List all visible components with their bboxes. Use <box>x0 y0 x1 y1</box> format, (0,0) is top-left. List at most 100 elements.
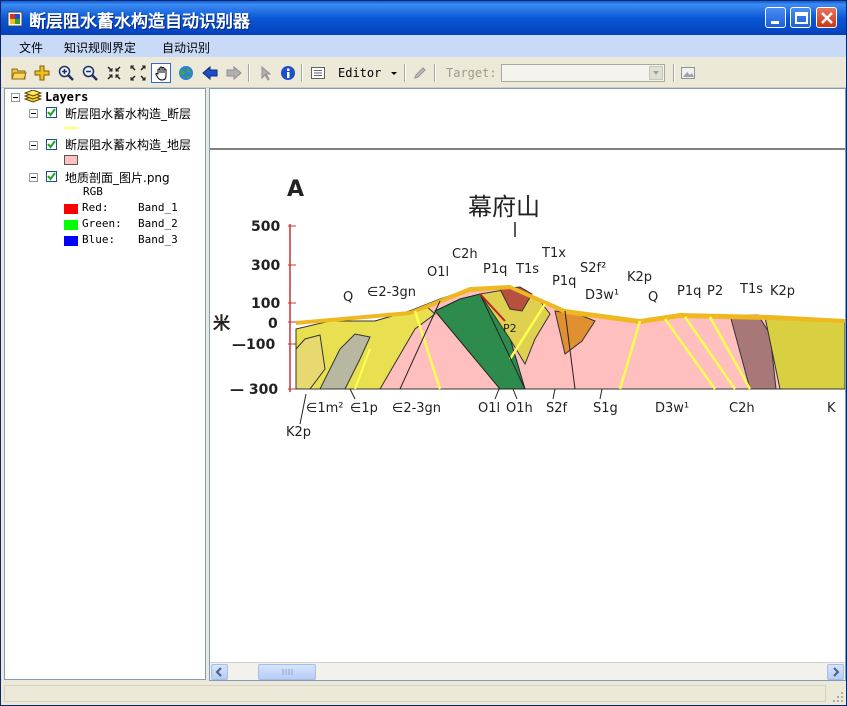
scroll-right-button[interactable] <box>827 664 844 680</box>
application-window: 断层阻水蓄水构造自动识别器 文件 知识规则界定 自动识别 Editor Targ… <box>0 0 847 706</box>
status-bar <box>1 682 846 705</box>
zoom-out-icon <box>82 65 98 81</box>
image-button[interactable] <box>678 63 698 83</box>
layer-3-visibility-checkbox[interactable] <box>46 171 57 182</box>
fixed-zoom-in-icon <box>107 66 121 80</box>
layers-collapse-toggle[interactable] <box>11 93 20 102</box>
layer-2-fill-symbol <box>64 155 78 165</box>
layer-3-collapse-toggle[interactable] <box>29 173 38 182</box>
menu-auto-identify[interactable]: 自动识别 <box>162 39 210 56</box>
layer-3-name[interactable]: 地质剖面_图片.png <box>65 169 170 186</box>
leader-line <box>599 388 603 400</box>
fixed-zoom-out-icon <box>130 65 146 81</box>
elev-label-500: 500 <box>251 219 280 235</box>
toolbar-separator <box>404 64 406 82</box>
layer-1-visibility-checkbox[interactable] <box>46 107 57 118</box>
back-button[interactable] <box>200 63 220 83</box>
map-view[interactable]: A 幕府山 米 500 300 100 0 —100 — 300 Q ∈2-3g… <box>209 88 846 681</box>
fixed-zoom-out-button[interactable] <box>128 63 148 83</box>
layer-2-visibility-checkbox[interactable] <box>46 139 57 150</box>
red-band-swatch <box>64 204 78 214</box>
scroll-thumb[interactable] <box>258 664 316 680</box>
layers-root-label: Layers <box>45 90 89 104</box>
scroll-left-button[interactable] <box>211 664 228 680</box>
elev-label-100: 100 <box>251 296 280 312</box>
app-icon[interactable] <box>7 11 23 27</box>
toolbar-separator <box>673 64 675 82</box>
unit-label-p1q-right: P1q <box>677 284 701 299</box>
corner-label-k2p: K2p <box>286 425 311 440</box>
chevron-down-icon <box>653 71 659 75</box>
editor-dropdown-label[interactable]: Editor <box>338 66 381 80</box>
forward-button[interactable] <box>224 63 244 83</box>
layer-1-collapse-toggle[interactable] <box>29 109 38 118</box>
raster-legend-title: RGB <box>83 185 103 198</box>
leader-line <box>349 388 356 400</box>
table-of-contents: Layers 断层阻水蓄水构造_断层 断层阻水蓄水构造_地层 地质剖面_图片.p… <box>4 88 206 680</box>
unit-label-o1l: O1l <box>427 265 449 280</box>
leader-line <box>512 388 518 400</box>
green-band-name: Band_2 <box>138 217 178 230</box>
identify-button[interactable] <box>278 63 298 83</box>
bottom-label-s1g: S1g <box>593 401 618 416</box>
unit-label-k2p-right: K2p <box>770 284 795 299</box>
top-unit-labels: Q ∈2-3gn O1l C2h P1q T1s T1x P1q S2f² D3… <box>343 246 795 305</box>
add-data-button[interactable] <box>32 63 52 83</box>
toolbar-separator <box>434 64 436 82</box>
resize-grip-icon[interactable] <box>832 691 844 703</box>
leader-line <box>494 388 500 400</box>
bottom-label-e1p: ∈1p <box>350 401 378 416</box>
bottom-label-k: K <box>827 401 836 416</box>
back-arrow-icon <box>202 65 218 81</box>
menu-file[interactable]: 文件 <box>19 39 43 56</box>
editor-dropdown-arrow[interactable] <box>389 63 399 83</box>
blue-band-channel: Blue: <box>82 233 116 246</box>
status-panel <box>4 685 826 702</box>
minimize-button[interactable] <box>765 7 786 28</box>
checkmark-icon <box>47 108 56 117</box>
menu-knowledge-rules[interactable]: 知识规则界定 <box>64 39 136 56</box>
maximize-button[interactable] <box>790 7 811 28</box>
layers-stack-icon <box>24 90 42 103</box>
mountain-name: 幕府山 <box>468 193 540 221</box>
geologic-section-image: A 幕府山 米 500 300 100 0 —100 — 300 Q ∈2-3g… <box>210 148 845 440</box>
target-dropdown-button[interactable] <box>649 66 663 80</box>
zoom-out-button[interactable] <box>80 63 100 83</box>
pan-button[interactable] <box>151 63 171 83</box>
elevation-ticks <box>288 225 296 390</box>
bottom-unit-labels: ∈1m² ∈1p ∈2-3gn O1l O1h S2f S1g D3w¹ C2h… <box>306 401 836 416</box>
sketch-tool-button[interactable] <box>410 63 430 83</box>
elev-label-0: 0 <box>268 316 278 332</box>
minimize-icon <box>771 21 779 24</box>
chevron-left-icon <box>215 667 222 677</box>
unit-label-t1s: T1s <box>515 262 539 277</box>
section-letter: A <box>287 177 304 202</box>
close-button[interactable] <box>816 7 837 28</box>
layer-1-name[interactable]: 断层阻水蓄水构造_断层 <box>65 105 191 122</box>
open-button[interactable] <box>9 63 29 83</box>
toolbar-separator <box>248 64 250 82</box>
pencil-sketch-icon <box>414 67 426 79</box>
fixed-zoom-in-button[interactable] <box>104 63 124 83</box>
unit-label-p2-inner: P2 <box>503 322 517 335</box>
bottom-label-s2f: S2f <box>546 401 568 416</box>
unit-label-p1q-center: P1q <box>552 274 576 289</box>
title-bar[interactable]: 断层阻水蓄水构造自动识别器 <box>1 1 846 35</box>
unit-label-t1s-right: T1s <box>739 282 763 297</box>
target-select[interactable] <box>501 64 665 82</box>
layer-2-collapse-toggle[interactable] <box>29 141 38 150</box>
unit-label-p2-right: P2 <box>707 284 723 299</box>
layout-view-icon <box>311 67 325 79</box>
checkmark-icon <box>47 140 56 149</box>
elev-label-minus-300: — 300 <box>230 382 278 398</box>
green-band-channel: Green: <box>82 217 122 230</box>
select-button[interactable] <box>255 63 275 83</box>
zoom-in-button[interactable] <box>56 63 76 83</box>
full-extent-button[interactable] <box>176 63 196 83</box>
layer-2-name[interactable]: 断层阻水蓄水构造_地层 <box>65 136 191 153</box>
map-horizontal-scrollbar[interactable] <box>210 662 845 680</box>
zoom-in-icon <box>58 65 74 81</box>
unit-label-s2f2: S2f² <box>580 261 606 276</box>
section-body <box>295 285 845 390</box>
layout-view-button[interactable] <box>308 63 328 83</box>
